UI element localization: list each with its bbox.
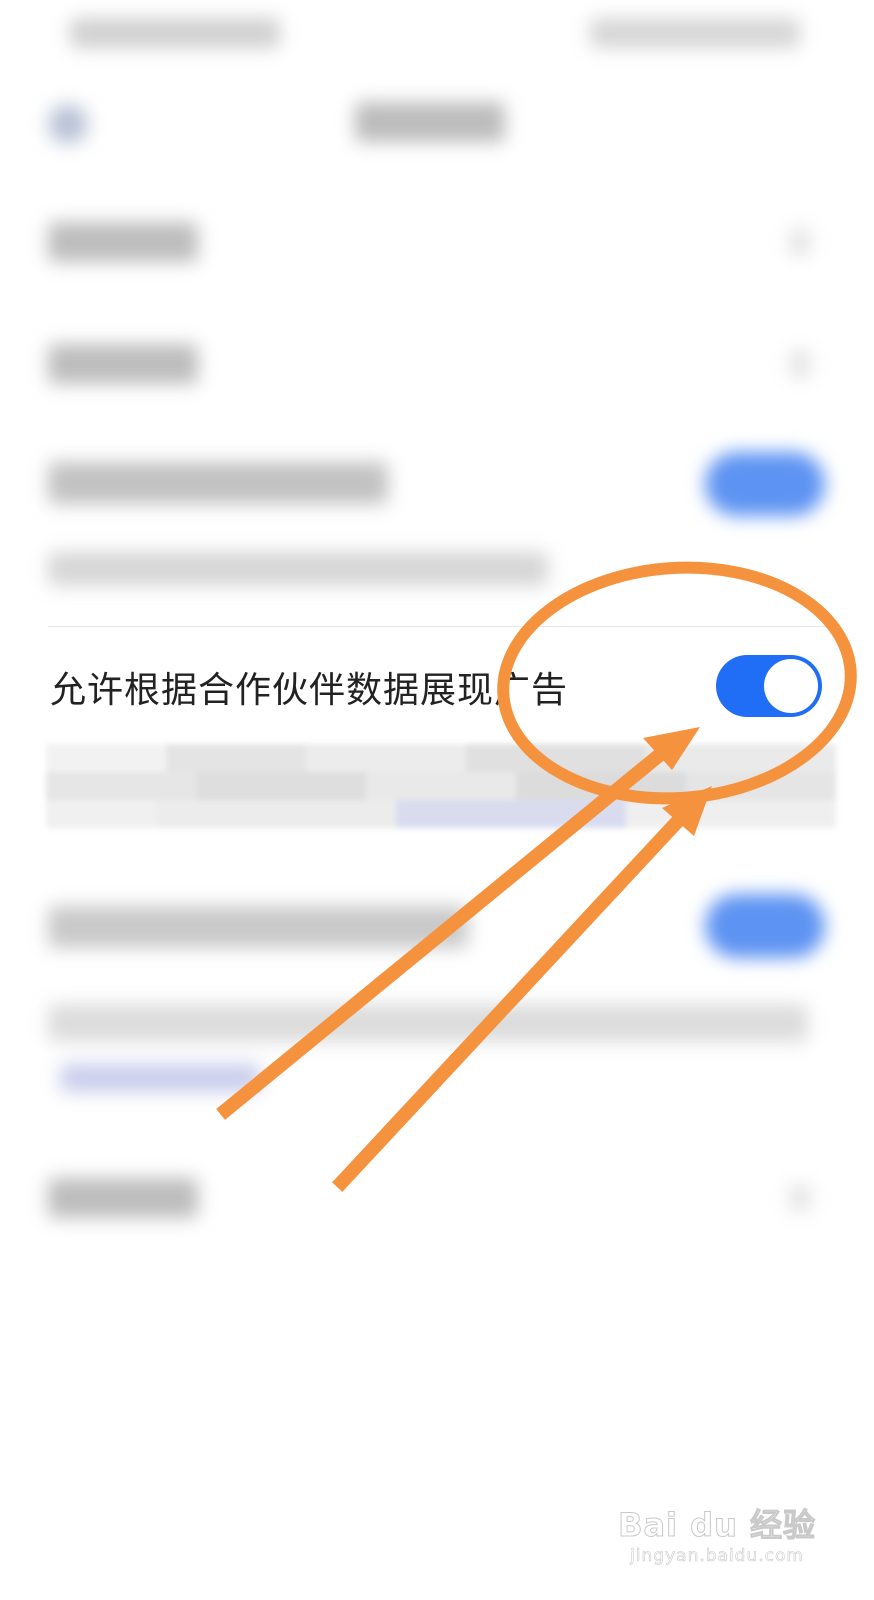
watermark-brand: Bai du 经验 <box>618 1506 816 1545</box>
settings-item-5-desc <box>48 1004 808 1042</box>
page-title <box>355 102 505 142</box>
status-bar-right <box>590 18 800 48</box>
toggle-switch-5[interactable] <box>705 894 825 958</box>
settings-item-6[interactable] <box>48 1178 198 1218</box>
status-bar-left <box>70 18 280 48</box>
settings-item-1[interactable] <box>48 222 198 262</box>
settings-item-3-desc <box>48 552 548 586</box>
pixelated-description <box>46 744 836 828</box>
watermark-url: jingyan.baidu.com <box>630 1546 804 1567</box>
chevron-icon-1 <box>790 228 810 256</box>
chevron-icon-2 <box>790 350 810 378</box>
settings-item-2[interactable] <box>48 344 198 384</box>
ad-partner-toggle[interactable] <box>716 655 822 717</box>
chevron-icon-6 <box>790 1184 810 1212</box>
settings-item-5-link[interactable] <box>60 1064 260 1092</box>
row-divider <box>48 626 826 627</box>
toggle-switch-3[interactable] <box>705 452 825 516</box>
settings-item-3 <box>48 462 388 504</box>
setting-label: 允许根据合作伙伴数据展现广告 <box>50 670 569 711</box>
baidu-jingyan-watermark: Bai du 经验 jingyan.baidu.com <box>618 1500 816 1567</box>
back-icon[interactable] <box>48 104 88 144</box>
toggle-knob <box>764 659 818 713</box>
settings-item-5 <box>48 906 468 948</box>
